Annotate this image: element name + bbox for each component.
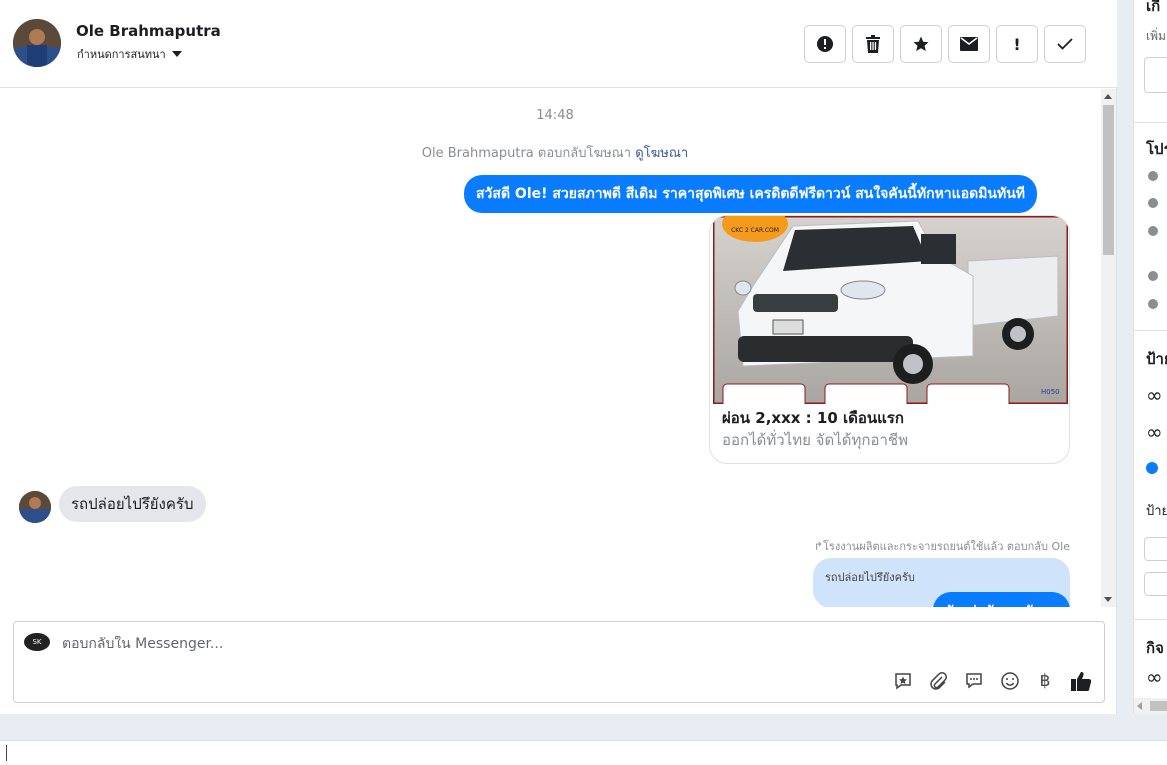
- saved-reply-button[interactable]: [891, 669, 915, 693]
- reply-arrow-icon: ↱: [813, 540, 824, 553]
- assign-conversation-dropdown[interactable]: กำหนดการสนทนา: [77, 45, 182, 63]
- school-icon: [1148, 226, 1158, 236]
- envelope-icon: [960, 37, 978, 51]
- labels-section-title: ป้าย: [1146, 350, 1167, 368]
- emoji-button[interactable]: [998, 669, 1022, 693]
- activity-icon: ∞: [1146, 665, 1163, 689]
- message-composer: SK ฿: [13, 621, 1105, 703]
- briefcase-icon: [1148, 198, 1158, 208]
- message-list[interactable]: 14:48 Ole Brahmaputra ตอบกลับโฆษณา ดูโฆษ…: [0, 89, 1100, 607]
- exclamation-icon: !: [1013, 34, 1021, 54]
- message-timestamp: 14:48: [536, 108, 574, 123]
- home-location-icon: [1148, 299, 1158, 309]
- star-icon: [913, 36, 929, 52]
- contact-name[interactable]: Ole Brahmaputra: [76, 22, 221, 40]
- divider: [1134, 330, 1167, 331]
- baht-icon: ฿: [1039, 671, 1051, 691]
- bottom-bar: [0, 740, 1167, 765]
- location-icon: [1148, 271, 1158, 281]
- mark-done-button[interactable]: [1044, 25, 1086, 63]
- details-input-box[interactable]: [1144, 57, 1167, 93]
- ad-card[interactable]: CKC 2 CAR.COM H050 ผ่อน 2,xxx : 10 เดือน…: [709, 215, 1070, 464]
- label-tag-2[interactable]: ∞: [1146, 420, 1163, 444]
- hscrollbar-thumb[interactable]: [1150, 701, 1167, 711]
- divider: [1134, 122, 1167, 123]
- contact-avatar-small: [19, 491, 51, 523]
- reply-input[interactable]: [62, 636, 762, 652]
- details-hscrollbar[interactable]: [1134, 698, 1167, 714]
- message-scrollbar[interactable]: [1101, 89, 1116, 607]
- labels-subtitle: ป้าย: [1146, 504, 1167, 519]
- stock-code: H050: [1041, 388, 1060, 396]
- scroll-down-icon[interactable]: [1104, 597, 1112, 602]
- page-logo-avatar: SK: [24, 633, 50, 651]
- delete-button[interactable]: [852, 25, 894, 63]
- label-input-1[interactable]: [1144, 537, 1167, 561]
- attach-button[interactable]: [926, 669, 950, 693]
- reply-meta-text: โรงงานผลิตและกระจายรถยนต์ใช้แล้ว ตอบกลับ…: [823, 540, 1070, 553]
- alert-circle-icon: [817, 36, 833, 52]
- assign-conversation-label: กำหนดการสนทนา: [77, 48, 166, 61]
- chat-template-button[interactable]: [962, 669, 986, 693]
- view-ad-link[interactable]: ดูโฆษณา: [635, 146, 688, 161]
- contact-avatar[interactable]: [13, 19, 61, 67]
- star-button[interactable]: [900, 25, 942, 63]
- divider: [1134, 619, 1167, 620]
- details-panel: เกี่ เพิ่ม โปร ป้าย ∞ ∞ ป้าย กิจ ∞: [1133, 0, 1167, 714]
- profile-section-title: โปร: [1146, 140, 1167, 158]
- scroll-up-icon[interactable]: [1104, 94, 1112, 99]
- add-label-icon[interactable]: [1146, 462, 1158, 474]
- scrollbar-thumb[interactable]: [1103, 105, 1114, 255]
- card-subtitle: ออกได้ทั่วไทย จัดได้ทุกอาชีพ: [722, 431, 908, 449]
- app-root: Ole Brahmaputra กำหนดการสนทนา ! 14:48 Ol…: [0, 0, 1167, 765]
- emoji-icon: [1001, 672, 1019, 690]
- card-title: ผ่อน 2,xxx : 10 เดือนแรก: [722, 409, 904, 427]
- activity-section-title: กิจ: [1146, 639, 1164, 657]
- details-title: เกี่: [1146, 0, 1161, 15]
- conversation-header: Ole Brahmaputra กำหนดการสนทนา !: [0, 0, 1117, 88]
- payment-button[interactable]: ฿: [1033, 669, 1057, 693]
- caret-down-icon: [171, 51, 182, 57]
- add-label: เพิ่ม: [1146, 29, 1166, 43]
- check-icon: [1057, 38, 1073, 50]
- incoming-message[interactable]: รถปล่อยไปรึยังครับ: [59, 486, 206, 522]
- ad-reply-note: Ole Brahmaputra ตอบกลับโฆษณา ดูโฆษณา: [0, 142, 1100, 163]
- clock-icon: [1148, 171, 1158, 181]
- saved-reply-icon: [895, 673, 911, 690]
- mark-unread-button[interactable]: [948, 25, 990, 63]
- conversation-panel: Ole Brahmaputra กำหนดการสนทนา ! 14:48 Ol…: [0, 0, 1117, 714]
- chat-bubble-icon: [966, 673, 982, 689]
- label-tag-1[interactable]: ∞: [1146, 383, 1163, 407]
- text-cursor: [6, 745, 7, 761]
- ad-reply-prefix: Ole Brahmaputra ตอบกลับโฆษณา: [421, 146, 632, 161]
- label-input-2[interactable]: [1144, 572, 1167, 596]
- like-button[interactable]: [1069, 669, 1093, 693]
- attach-icon: [930, 672, 947, 690]
- outgoing-message-partial[interactable]: ยังอยู่ครับเอาตัว: [933, 592, 1070, 607]
- trash-icon: [866, 35, 880, 53]
- report-spam-button[interactable]: [804, 25, 846, 63]
- mark-important-button[interactable]: !: [996, 25, 1038, 63]
- scroll-left-icon[interactable]: [1137, 702, 1142, 710]
- reply-meta: ↱โรงงานผลิตและกระจายรถยนต์ใช้แล้ว ตอบกลั…: [814, 537, 1070, 555]
- thumbs-up-icon: [1071, 672, 1092, 691]
- car-image[interactable]: CKC 2 CAR.COM H050: [713, 216, 1068, 404]
- outgoing-message[interactable]: สวัสดี Ole! สวยสภาพดี สีเดิม ราคาสุดพิเศ…: [464, 175, 1038, 213]
- dealer-logo: CKC 2 CAR.COM: [731, 227, 779, 234]
